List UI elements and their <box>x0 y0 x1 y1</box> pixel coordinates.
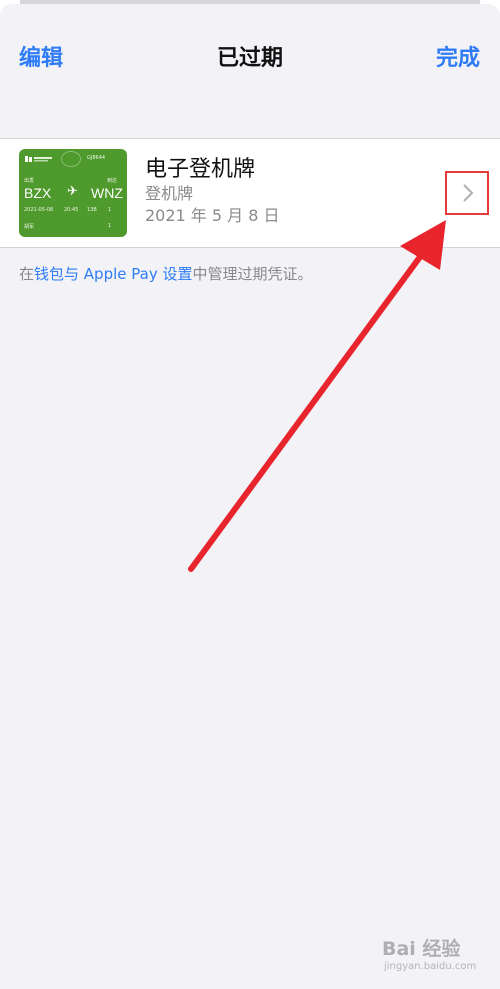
pass-texts: 电子登机牌 登机牌 2021 年 5 月 8 日 <box>145 157 280 227</box>
boarding-pass-thumbnail: GJ8644 出发 到达 BZX ✈ WNZ 2021-05-08 20:45 … <box>19 149 127 237</box>
chevron-right-icon <box>463 184 474 202</box>
pass-detail-button[interactable] <box>445 171 489 215</box>
watermark: Bai 经验 <box>382 934 460 961</box>
pass-gate: 13B <box>87 207 97 213</box>
navigation-bar: 编辑 已过期 完成 <box>0 4 500 104</box>
pass-seat: 1 <box>108 223 112 229</box>
origin-label: 出发 <box>24 178 35 184</box>
pass-time: 20:45 <box>64 207 79 213</box>
expired-passes-sheet: 编辑 已过期 完成 GJ8644 出发 到达 BZX ✈ WNZ 2021-05… <box>0 4 500 989</box>
page-title: 已过期 <box>216 46 283 71</box>
airline-logo-icon <box>25 156 52 162</box>
watermark-text: Bai 经验 <box>382 938 461 960</box>
wallet-settings-link[interactable]: 钱包与 Apple Pay 设置 <box>34 265 192 283</box>
expired-pass-row[interactable]: GJ8644 出发 到达 BZX ✈ WNZ 2021-05-08 20:45 … <box>0 138 500 248</box>
footer-prefix: 在 <box>19 265 35 283</box>
footer-suffix: 中管理过期凭证。 <box>192 265 313 283</box>
seal-icon <box>61 151 81 167</box>
destination-label: 到达 <box>107 178 118 184</box>
airplane-icon: ✈ <box>67 184 78 199</box>
destination-code: WNZ <box>91 185 123 201</box>
pass-date-label: 2021 年 5 月 8 日 <box>145 206 280 225</box>
pass-date: 2021-05-08 <box>24 207 54 213</box>
footer-note: 在钱包与 Apple Pay 设置中管理过期凭证。 <box>19 263 489 284</box>
flight-number: GJ8644 <box>87 155 106 161</box>
pass-subtitle: 登机牌 <box>145 184 194 203</box>
pass-title: 电子登机牌 <box>145 157 256 182</box>
watermark-subtext: jingyan.baidu.com <box>384 961 477 972</box>
pass-seq: 1 <box>108 207 112 213</box>
done-button[interactable]: 完成 <box>436 40 480 72</box>
pass-passenger: 胡军 <box>24 224 35 230</box>
origin-code: BZX <box>24 185 52 201</box>
